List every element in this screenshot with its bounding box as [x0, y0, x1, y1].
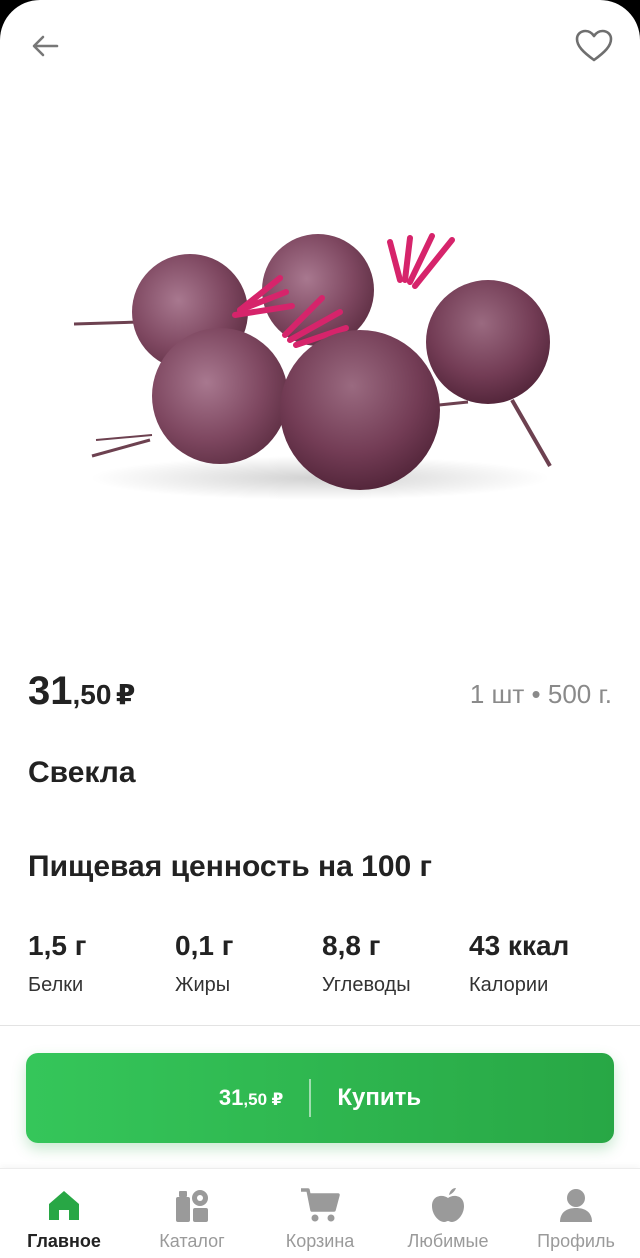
nutrition-label: Углеводы	[322, 974, 411, 996]
nav-item-catalog[interactable]: Каталог	[128, 1185, 256, 1252]
nutrition-value: 1,5 г	[28, 930, 87, 961]
heart-outline-icon	[575, 29, 613, 62]
nutrition-item-calories: 43 ккал Калории	[469, 930, 619, 997]
nutrition-value: 43 ккал	[469, 930, 570, 961]
buy-price-fraction: ,50	[243, 1090, 268, 1109]
cart-icon	[300, 1185, 340, 1225]
product-image	[73, 233, 552, 500]
product-name: Свекла	[28, 756, 136, 789]
buy-price-currency: ₽	[271, 1090, 284, 1109]
nav-label: Профиль	[537, 1231, 615, 1251]
nutrition-label: Жиры	[175, 974, 231, 996]
profile-icon	[556, 1185, 596, 1225]
product-screen: 31,50 ₽ 1 шт • 500 г. Свекла Пищевая цен…	[0, 0, 640, 1258]
nav-item-profile[interactable]: Профиль	[512, 1185, 640, 1252]
nav-label: Любимые	[407, 1231, 489, 1251]
nutrition-value: 8,8 г	[322, 930, 381, 961]
back-button[interactable]	[22, 26, 68, 66]
nutrition-grid: 1,5 г Белки 0,1 г Жиры 8,8 г Углеводы 43…	[28, 930, 620, 1010]
nav-item-cart[interactable]: Корзина	[256, 1185, 384, 1252]
bottom-navigation: Главное Каталог Корзина Любимые Профиль	[0, 1168, 640, 1258]
product-price: 31,50 ₽	[28, 669, 135, 714]
buy-price-integer: 31	[218, 1085, 244, 1110]
price-currency: ₽	[115, 679, 136, 710]
favorites-icon	[428, 1185, 468, 1225]
nav-item-favorites[interactable]: Любимые	[384, 1185, 512, 1252]
nav-label: Каталог	[159, 1231, 225, 1251]
arrow-left-icon	[32, 35, 59, 57]
nav-label: Корзина	[285, 1231, 355, 1251]
nav-label: Главное	[27, 1231, 101, 1251]
price-row: 31,50 ₽ 1 шт • 500 г.	[28, 668, 612, 718]
nav-item-home[interactable]: Главное	[0, 1185, 128, 1252]
product-unit: 1 шт • 500 г.	[469, 679, 612, 709]
buy-button-label: Купить	[337, 1084, 422, 1111]
catalog-icon	[172, 1185, 212, 1225]
home-icon	[44, 1185, 84, 1225]
nutrition-value: 0,1 г	[175, 930, 234, 961]
nutrition-item-fat: 0,1 г Жиры	[175, 930, 325, 997]
nutrition-label: Калории	[469, 974, 549, 996]
nutrition-label: Белки	[28, 974, 84, 996]
buy-button-separator	[309, 1079, 312, 1117]
favorite-button[interactable]	[570, 24, 618, 68]
nutrition-item-carbs: 8,8 г Углеводы	[322, 930, 472, 997]
nutrition-title: Пищевая ценность на 100 г	[28, 850, 433, 883]
nutrition-item-protein: 1,5 г Белки	[28, 930, 178, 997]
buy-button-price: 31,50 ₽	[219, 1085, 283, 1111]
price-fraction: ,50	[72, 679, 112, 710]
buy-button[interactable]: 31,50 ₽ Купить	[26, 1053, 614, 1143]
price-integer: 31	[28, 669, 73, 713]
divider	[0, 1025, 640, 1026]
top-bar	[0, 0, 640, 90]
